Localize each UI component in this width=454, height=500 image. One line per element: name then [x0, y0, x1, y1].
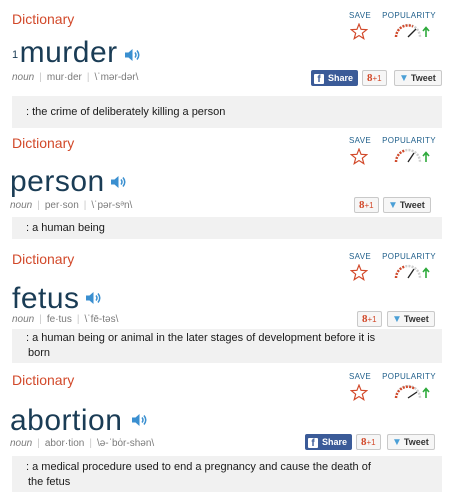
- popularity-label: POPULARITY: [382, 11, 436, 20]
- facebook-share-button[interactable]: f Share: [305, 434, 353, 450]
- google-plus-button[interactable]: 8+1: [354, 197, 379, 213]
- separator: |: [76, 314, 80, 325]
- part-of-speech: noun: [10, 200, 33, 211]
- twitter-bird-icon: ▼: [388, 200, 398, 211]
- definition-text-line1: : a medical procedure used to end a preg…: [26, 461, 371, 473]
- save-label: SAVE: [349, 372, 371, 381]
- separator: |: [83, 200, 87, 211]
- tweet-button[interactable]: ▼ Tweet: [394, 70, 442, 86]
- separator: |: [37, 438, 40, 449]
- dictionary-label: Dictionary: [12, 251, 75, 267]
- separator: |: [37, 200, 40, 211]
- tweet-button[interactable]: ▼ Tweet: [383, 197, 431, 213]
- headword-text: fetus: [12, 282, 80, 315]
- facebook-share-button[interactable]: f Share: [311, 70, 359, 86]
- headword: person: [10, 167, 105, 197]
- star-outline-icon[interactable]: [350, 148, 368, 165]
- definition-text: : a human being: [26, 222, 105, 234]
- part-of-speech: noun: [12, 72, 35, 83]
- google-plus-button[interactable]: 8+1: [362, 70, 387, 86]
- definition-box: : a human being or animal in the later s…: [12, 329, 442, 363]
- dictionary-label: Dictionary: [12, 135, 75, 151]
- part-of-speech: noun: [10, 438, 33, 449]
- google-plus-button[interactable]: 8+1: [357, 311, 382, 327]
- homograph-number: 1: [12, 49, 19, 61]
- popularity-gauge-icon: [394, 264, 430, 279]
- pronunciation-row: noun | mur·der | \ˈmər-dər\: [12, 72, 138, 83]
- definition-box: : the crime of deliberately killing a pe…: [12, 96, 442, 128]
- pronunciation-row: noun | abor·tion | \ə-ˈbȯr-shən\: [10, 438, 154, 449]
- definition-text-line2: the fetus: [28, 476, 71, 488]
- entry-fetus: Dictionary SAVE POPULARITY fetus noun | fe…: [0, 248, 454, 368]
- popularity-label: POPULARITY: [382, 136, 436, 145]
- pronunciation: \ˈmər-dər\: [94, 72, 139, 83]
- pronunciation-row: noun | fe·tus | \ˈfē-təs\: [12, 314, 118, 325]
- popularity-gauge-icon: [394, 23, 430, 38]
- twitter-bird-icon: ▼: [399, 73, 409, 84]
- pronunciation-row: noun | per·son | \ˈpər-sᵊn\: [10, 200, 132, 211]
- facebook-icon: f: [314, 74, 324, 85]
- separator: |: [39, 72, 42, 83]
- part-of-speech: noun: [12, 314, 35, 325]
- entry-murder: Dictionary SAVE POPULARITY 1murder noun |…: [0, 8, 454, 133]
- entry-abortion: Dictionary SAVE POPULARITY abortion noun…: [0, 368, 454, 500]
- headword: 1murder: [12, 38, 118, 68]
- save-label: SAVE: [349, 11, 371, 20]
- save-label: SAVE: [349, 252, 371, 261]
- speaker-icon[interactable]: [85, 291, 103, 305]
- definition-text: : the crime of deliberately killing a pe…: [26, 106, 226, 118]
- star-outline-icon[interactable]: [350, 384, 368, 401]
- tweet-button[interactable]: ▼ Tweet: [387, 311, 435, 327]
- dictionary-label: Dictionary: [12, 372, 75, 388]
- entry-person: Dictionary SAVE POPULARITY person noun | p…: [0, 133, 454, 248]
- headword: fetus: [12, 284, 80, 314]
- speaker-icon[interactable]: [131, 413, 149, 427]
- definition-text-line2: born: [28, 347, 51, 359]
- syllabification: fe·tus: [46, 314, 72, 325]
- separator: |: [89, 438, 92, 449]
- popularity-gauge-icon: [394, 148, 430, 163]
- facebook-icon: f: [308, 438, 318, 449]
- separator: |: [86, 72, 90, 83]
- twitter-bird-icon: ▼: [392, 314, 402, 325]
- save-label: SAVE: [349, 136, 371, 145]
- google-plus-button[interactable]: 8+1: [356, 434, 381, 450]
- headword-text: person: [10, 165, 105, 198]
- popularity-label: POPULARITY: [382, 372, 436, 381]
- pronunciation: \ə-ˈbȯr-shən\: [96, 438, 155, 449]
- syllabification: abor·tion: [44, 438, 85, 449]
- headword: abortion: [10, 406, 122, 436]
- speaker-icon[interactable]: [110, 175, 128, 189]
- dictionary-label: Dictionary: [12, 11, 75, 27]
- speaker-icon[interactable]: [124, 48, 142, 62]
- definition-text-line1: : a human being or animal in the later s…: [26, 332, 376, 344]
- popularity-gauge-icon: [394, 384, 430, 399]
- twitter-bird-icon: ▼: [392, 437, 402, 448]
- star-outline-icon[interactable]: [350, 264, 368, 281]
- headword-text: abortion: [10, 404, 123, 437]
- syllabification: per·son: [44, 200, 79, 211]
- tweet-button[interactable]: ▼ Tweet: [387, 434, 435, 450]
- definition-box: : a human being: [12, 217, 442, 239]
- popularity-label: POPULARITY: [382, 252, 436, 261]
- pronunciation: \ˈfē-təs\: [84, 314, 119, 325]
- syllabification: mur·der: [46, 72, 82, 83]
- definition-box: : a medical procedure used to end a preg…: [12, 456, 442, 492]
- separator: |: [39, 314, 42, 325]
- pronunciation: \ˈpər-sᵊn\: [91, 200, 133, 211]
- star-outline-icon[interactable]: [350, 23, 368, 40]
- headword-text: murder: [19, 36, 118, 69]
